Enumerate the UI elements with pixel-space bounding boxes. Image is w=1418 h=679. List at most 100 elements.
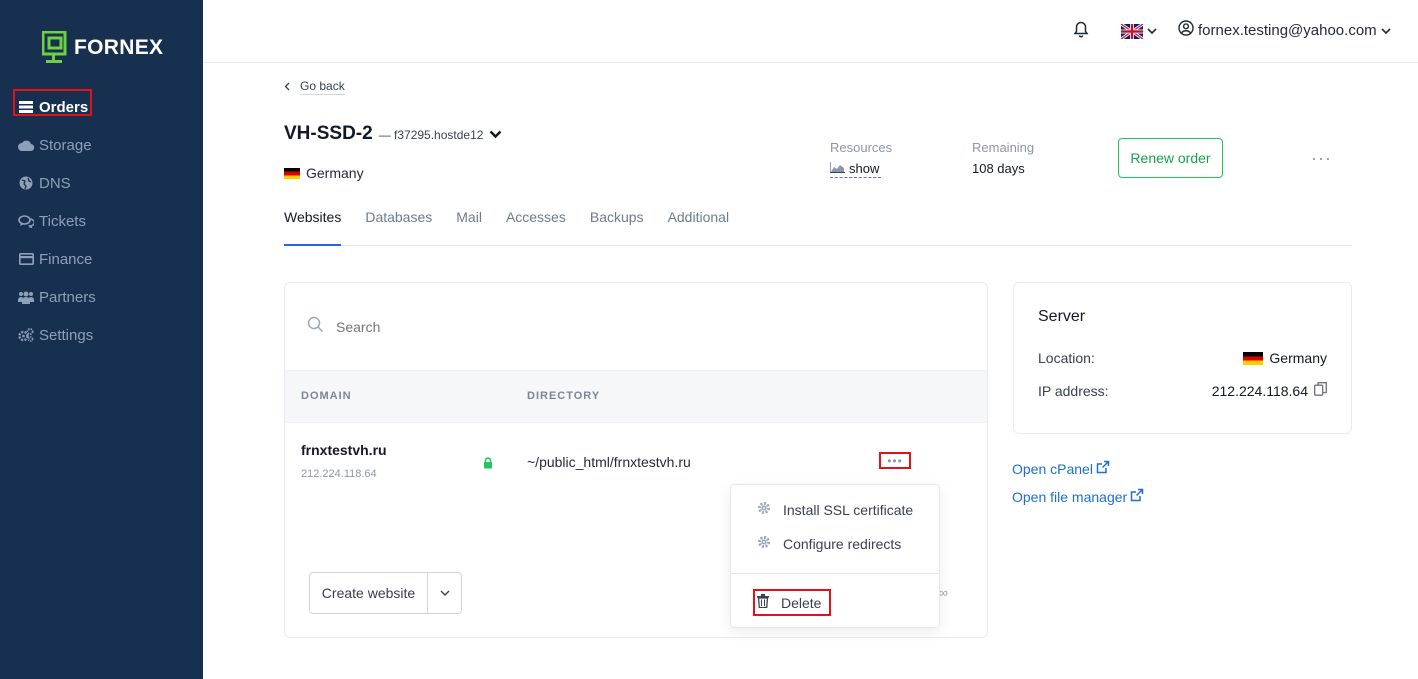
sidebar-item-orders[interactable]: Orders: [0, 88, 203, 126]
chevron-down-icon[interactable]: [489, 126, 502, 144]
user-icon: [1178, 20, 1194, 40]
user-email: fornex.testing@yahoo.com: [1198, 21, 1377, 39]
tab-accesses[interactable]: Accesses: [506, 201, 566, 246]
germany-flag-icon: [284, 167, 300, 179]
server-location-text: Germany: [1269, 350, 1327, 366]
server-ip-label: IP address:: [1038, 383, 1109, 399]
server-title: Server: [1038, 308, 1086, 325]
sidebar-item-label: DNS: [39, 174, 71, 192]
remaining-value: 108 days: [972, 161, 1025, 176]
column-header-directory[interactable]: DIRECTORY: [527, 390, 600, 402]
cloud-icon: [18, 137, 34, 153]
more-options-icon[interactable]: ···: [1311, 148, 1332, 169]
globe-icon: [18, 175, 34, 191]
tab-websites[interactable]: Websites: [284, 201, 342, 246]
menu-item-label: Configure redirects: [783, 535, 902, 552]
topbar: fornex.testing@yahoo.com: [203, 0, 1418, 63]
remaining-block: Remaining 108 days: [972, 140, 1034, 176]
server-location-label: Location:: [1038, 350, 1095, 366]
sidebar: FORNEX Orders Storage DNS Tickets Financ…: [0, 0, 203, 679]
sidebar-item-tickets[interactable]: Tickets: [0, 202, 203, 240]
sidebar-item-label: Partners: [39, 288, 96, 306]
resources-value: show: [849, 161, 880, 176]
sidebar-nav: Orders Storage DNS Tickets Finance Partn…: [0, 88, 203, 354]
search-icon: [307, 316, 324, 338]
chevron-down-icon: [1147, 22, 1157, 40]
renew-order-button[interactable]: Renew order: [1118, 138, 1223, 178]
external-link-icon: [1096, 460, 1110, 477]
order-hostname: — f37295.hostde12: [378, 128, 484, 142]
sidebar-item-label: Orders: [39, 98, 89, 116]
resources-show-link[interactable]: show: [829, 161, 881, 178]
row-ip: 212.224.118.64: [301, 468, 377, 480]
sidebar-item-label: Finance: [39, 250, 93, 268]
language-selector[interactable]: [1121, 22, 1157, 40]
open-cpanel-label: Open cPanel: [1012, 460, 1093, 477]
lock-icon: [483, 456, 493, 474]
sidebar-item-settings[interactable]: Settings: [0, 316, 203, 354]
bell-icon[interactable]: [1073, 21, 1089, 43]
server-card: Server Location: Germany IP address: 212…: [1013, 282, 1352, 434]
create-website-split-button: Create website: [309, 572, 462, 614]
order-tabs: Websites Databases Mail Accesses Backups…: [284, 201, 1352, 246]
chevron-down-icon: [440, 584, 450, 602]
server-icon: [18, 99, 34, 115]
server-ip-value: 212.224.118.64: [1212, 382, 1327, 399]
row-actions-menu: Install SSL certificate Configure redire…: [730, 484, 940, 628]
tab-additional[interactable]: Additional: [668, 201, 730, 246]
sidebar-item-storage[interactable]: Storage: [0, 126, 203, 164]
page-title: VH-SSD-2: [284, 123, 373, 144]
sidebar-item-label: Settings: [39, 326, 94, 344]
chevron-down-icon: [1381, 22, 1391, 39]
menu-item-label: Delete: [781, 594, 822, 611]
user-menu[interactable]: fornex.testing@yahoo.com: [1178, 20, 1391, 40]
search-bar: [285, 283, 987, 371]
menu-item-label: Install SSL certificate: [783, 501, 914, 518]
create-website-dropdown[interactable]: [428, 573, 461, 613]
menu-item-install-ssl[interactable]: Install SSL certificate: [757, 501, 913, 518]
gear-icon: [757, 501, 771, 518]
brand-name: FORNEX: [74, 36, 164, 59]
location-label: Germany: [306, 165, 364, 181]
create-website-button[interactable]: Create website: [310, 573, 428, 613]
sidebar-item-label: Storage: [39, 136, 92, 154]
menu-item-configure-redirects[interactable]: Configure redirects: [757, 535, 901, 552]
row-directory: ~/public_html/frnxtestvh.ru: [527, 454, 691, 470]
fornex-logo-icon: [42, 31, 67, 63]
dots-icon: •••: [887, 453, 903, 468]
gear-icon: [757, 535, 771, 552]
area-chart-icon: [829, 161, 845, 176]
sidebar-item-label: Tickets: [39, 212, 86, 230]
brand-logo[interactable]: FORNEX: [42, 31, 163, 65]
server-ip-text: 212.224.118.64: [1211, 382, 1308, 399]
open-file-manager-link[interactable]: Open file manager: [1012, 488, 1144, 505]
open-cpanel-link[interactable]: Open cPanel: [1012, 460, 1110, 477]
column-header-domain[interactable]: DOMAIN: [301, 390, 352, 402]
sidebar-item-dns[interactable]: DNS: [0, 164, 203, 202]
menu-item-delete[interactable]: Delete: [757, 594, 821, 611]
open-file-manager-label: Open file manager: [1012, 488, 1128, 505]
chevron-left-icon: [284, 80, 290, 94]
row-domain[interactable]: frnxtestvh.ru: [301, 442, 387, 458]
table-header: DOMAIN DIRECTORY: [285, 371, 987, 423]
menu-divider: [731, 573, 939, 574]
germany-flag-icon: [1243, 351, 1264, 365]
resources-block: Resources show: [829, 140, 893, 178]
go-back-label: Go back: [300, 79, 345, 95]
tab-backups[interactable]: Backups: [590, 201, 644, 246]
tab-mail[interactable]: Mail: [456, 201, 482, 246]
sidebar-item-partners[interactable]: Partners: [0, 278, 203, 316]
chat-icon: [18, 213, 34, 229]
search-input[interactable]: [336, 318, 836, 335]
order-title-row[interactable]: VH-SSD-2 — f37295.hostde12: [284, 123, 502, 145]
tab-databases[interactable]: Databases: [365, 201, 432, 246]
order-location: Germany: [284, 165, 364, 181]
main-content: Go back VH-SSD-2 — f37295.hostde12 Germa…: [203, 63, 1418, 679]
go-back-link[interactable]: Go back: [284, 79, 345, 95]
resources-label: Resources: [830, 140, 893, 155]
sidebar-item-finance[interactable]: Finance: [0, 240, 203, 278]
users-icon: [18, 289, 34, 305]
server-location-value: Germany: [1243, 350, 1327, 366]
row-actions-button[interactable]: •••: [879, 452, 911, 469]
copy-icon[interactable]: [1314, 382, 1327, 399]
